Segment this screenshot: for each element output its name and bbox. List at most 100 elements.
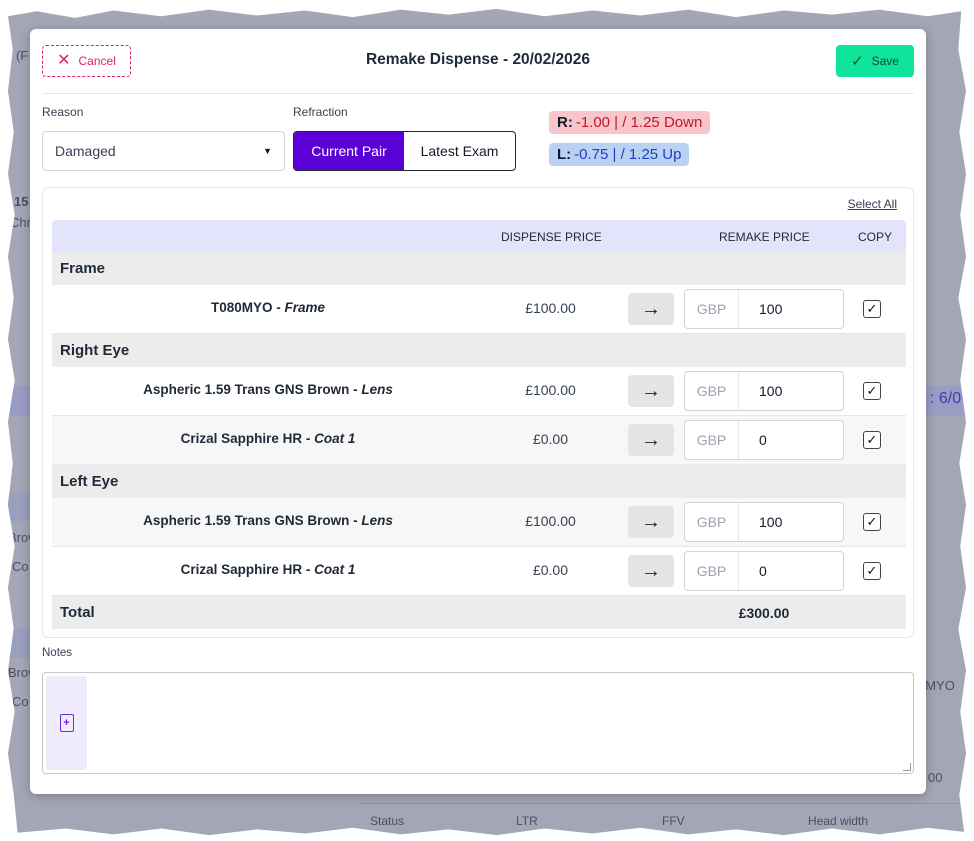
arrow-right-icon: → <box>641 510 661 533</box>
add-note-button[interactable]: + <box>46 676 87 770</box>
column-copy: COPY <box>858 230 893 244</box>
remake-price-input[interactable]: GBP 0 <box>684 551 844 591</box>
currency-label: GBP <box>685 290 739 328</box>
copy-checkbox[interactable]: ✓ <box>863 562 881 580</box>
remake-price-value: 0 <box>759 563 767 579</box>
bg-fragment: Co <box>12 559 29 574</box>
remake-price-input[interactable]: GBP 100 <box>684 502 844 542</box>
total-label: Total <box>60 604 95 621</box>
bg-fragment: 00 <box>928 770 943 785</box>
dispense-price: £100.00 <box>525 513 576 529</box>
dispense-price: £100.00 <box>525 382 576 398</box>
bg-band <box>8 491 30 521</box>
refraction-option-current-pair[interactable]: Current Pair <box>294 132 404 170</box>
arrow-right-icon: → <box>641 379 661 402</box>
copy-price-arrow-button[interactable]: → <box>628 293 674 325</box>
section-right-eye: Right Eye <box>52 334 906 367</box>
reason-select[interactable]: Damaged ▼ <box>42 131 285 171</box>
check-icon: ✓ <box>866 514 878 529</box>
rx-left-value: -0.75 | / 1.25 Up <box>574 146 682 163</box>
check-icon: ✓ <box>851 53 864 70</box>
bg-fragment: Co <box>12 694 29 709</box>
select-all-link[interactable]: Select All <box>848 197 897 211</box>
column-dispense-price: DISPENSE PRICE <box>501 230 602 244</box>
save-button[interactable]: ✓ Save <box>836 45 914 77</box>
item-name: Crizal Sapphire HR - Coat 1 <box>180 431 356 446</box>
total-row: Total £300.00 <box>52 596 906 629</box>
arrow-right-icon: → <box>641 559 661 582</box>
bg-divider <box>360 803 960 804</box>
remake-price-value: 100 <box>759 383 783 399</box>
bg-fragment: Chr <box>10 215 31 230</box>
refraction-option-latest-exam[interactable]: Latest Exam <box>404 132 515 170</box>
reason-value: Damaged <box>55 143 116 159</box>
table-row: Crizal Sapphire HR - Coat 1 £0.00 → GBP … <box>52 416 906 465</box>
copy-price-arrow-button[interactable]: → <box>628 555 674 587</box>
refraction-label: Refraction <box>293 105 348 119</box>
bg-column-ltr: LTR <box>516 814 538 828</box>
rx-right-badge: R: -1.00 | / 1.25 Down <box>549 111 711 134</box>
item-name: T080MYO - Frame <box>210 300 326 315</box>
remake-items-card: Select All DISPENSE PRICE REMAKE PRICE C… <box>42 187 914 638</box>
currency-label: GBP <box>685 552 739 590</box>
section-left-eye: Left Eye <box>52 465 906 498</box>
remake-dispense-modal: ✕ Cancel Remake Dispense - 20/02/2026 ✓ … <box>30 29 926 794</box>
rx-right-prefix: R: <box>557 114 573 131</box>
notes-label: Notes <box>42 647 73 659</box>
rx-left-prefix: L: <box>557 146 572 163</box>
rx-left-badge: L: -0.75 | / 1.25 Up <box>549 143 690 166</box>
dispense-price: £0.00 <box>532 431 569 447</box>
total-value: £300.00 <box>738 604 790 621</box>
bg-band <box>8 628 30 658</box>
copy-checkbox[interactable]: ✓ <box>863 513 881 531</box>
bg-fragment: - (F <box>8 48 29 63</box>
copy-price-arrow-button[interactable]: → <box>628 424 674 456</box>
save-label: Save <box>871 54 899 68</box>
notes-textarea[interactable]: + <box>42 672 914 774</box>
bg-column-ffv: FFV <box>662 814 685 828</box>
remake-price-input[interactable]: GBP 0 <box>684 420 844 460</box>
remake-price-value: 0 <box>759 432 767 448</box>
arrow-right-icon: → <box>641 297 661 320</box>
reason-label: Reason <box>42 105 84 119</box>
modal-title: Remake Dispense - 20/02/2026 <box>365 51 591 68</box>
copy-price-arrow-button[interactable]: → <box>628 375 674 407</box>
check-icon: ✓ <box>866 563 878 578</box>
copy-checkbox[interactable]: ✓ <box>863 300 881 318</box>
check-icon: ✓ <box>866 383 878 398</box>
check-icon: ✓ <box>866 432 878 447</box>
dispense-price: £0.00 <box>532 562 569 578</box>
item-name: Aspheric 1.59 Trans GNS Brown - Lens <box>143 382 393 397</box>
modal-header: ✕ Cancel Remake Dispense - 20/02/2026 ✓ … <box>42 29 914 94</box>
currency-label: GBP <box>685 421 739 459</box>
remake-price-input[interactable]: GBP 100 <box>684 289 844 329</box>
add-document-icon: + <box>59 714 74 732</box>
resize-handle[interactable] <box>903 763 911 771</box>
table-header: DISPENSE PRICE REMAKE PRICE COPY <box>52 220 906 252</box>
bg-column-head-width: Head width <box>808 814 869 828</box>
arrow-right-icon: → <box>641 428 661 451</box>
item-name: Crizal Sapphire HR - Coat 1 <box>180 562 356 577</box>
remake-price-value: 100 <box>759 514 783 530</box>
copy-checkbox[interactable]: ✓ <box>863 431 881 449</box>
remake-price-value: 100 <box>759 301 783 317</box>
copy-checkbox[interactable]: ✓ <box>863 382 881 400</box>
rx-right-value: -1.00 | / 1.25 Down <box>575 114 703 131</box>
table-row: Aspheric 1.59 Trans GNS Brown - Lens £10… <box>52 498 906 547</box>
caret-down-icon: ▼ <box>263 146 272 156</box>
bg-column-status: Status <box>370 814 405 828</box>
table-row: T080MYO - Frame £100.00 → GBP 100 ✓ <box>52 285 906 334</box>
bg-fragment: : 6/0 <box>930 390 962 407</box>
table-row: Crizal Sapphire HR - Coat 1 £0.00 → GBP … <box>52 547 906 596</box>
copy-price-arrow-button[interactable]: → <box>628 506 674 538</box>
section-frame: Frame <box>52 252 906 285</box>
check-icon: ✓ <box>866 301 878 316</box>
refraction-toggle: Current Pair Latest Exam <box>293 131 516 171</box>
bg-band <box>8 386 30 416</box>
remake-price-input[interactable]: GBP 100 <box>684 371 844 411</box>
bg-fragment: 15 <box>14 194 29 209</box>
item-name: Aspheric 1.59 Trans GNS Brown - Lens <box>143 513 393 528</box>
column-remake-price: REMAKE PRICE <box>719 230 810 244</box>
table-row: Aspheric 1.59 Trans GNS Brown - Lens £10… <box>52 367 906 416</box>
dispense-price: £100.00 <box>525 300 576 316</box>
